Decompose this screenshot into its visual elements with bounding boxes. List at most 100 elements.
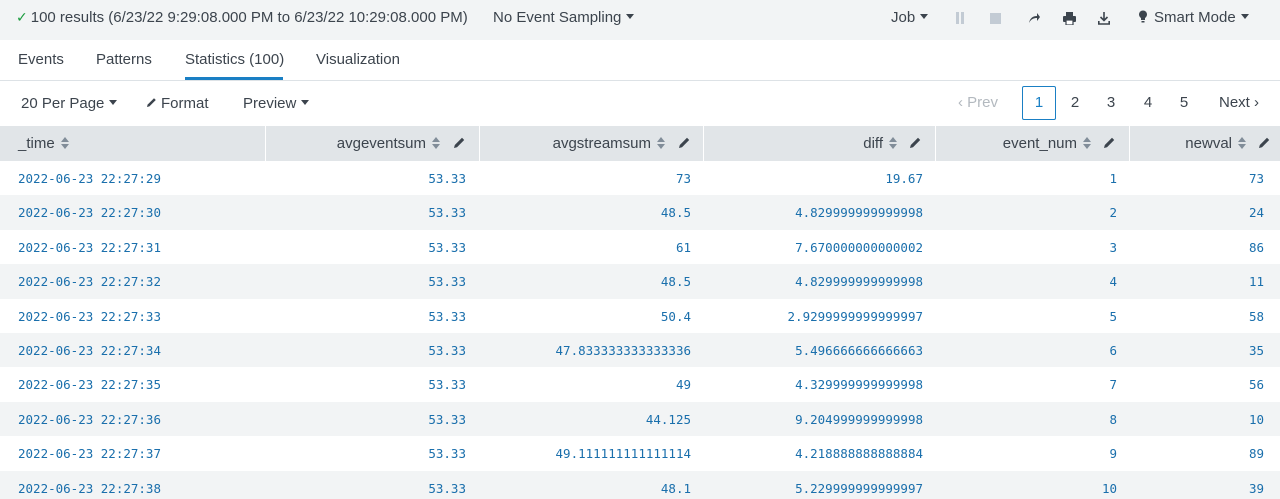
- edit-column-icon[interactable]: [1257, 136, 1271, 150]
- preview-dropdown[interactable]: Preview: [243, 95, 310, 112]
- caret-down-icon: [920, 14, 929, 19]
- cell-diff[interactable]: 4.829999999999998: [795, 264, 923, 298]
- cell-time[interactable]: 2022-06-23 22:27:30: [18, 195, 161, 229]
- pager-prev-button[interactable]: ‹ Prev: [958, 94, 998, 111]
- cell-event-num[interactable]: 8: [1109, 402, 1117, 436]
- column-header-label: avgeventsum: [336, 135, 426, 152]
- cell-time[interactable]: 2022-06-23 22:27:33: [18, 299, 161, 333]
- page-2-button[interactable]: 2: [1058, 86, 1092, 120]
- cell-avgstreamsum[interactable]: 61: [676, 230, 691, 264]
- edit-column-icon[interactable]: [908, 136, 922, 150]
- cell-avgeventsum[interactable]: 53.33: [428, 264, 466, 298]
- cell-avgeventsum[interactable]: 53.33: [428, 299, 466, 333]
- sort-icon: [1083, 137, 1091, 149]
- cell-diff[interactable]: 5.496666666666663: [795, 333, 923, 367]
- tab-statistics[interactable]: Statistics (100): [185, 51, 284, 68]
- column-header-avgeventsum[interactable]: avgeventsum: [337, 126, 440, 161]
- page-4-button[interactable]: 4: [1131, 86, 1165, 120]
- cell-newval[interactable]: 10: [1249, 402, 1264, 436]
- cell-newval[interactable]: 35: [1249, 333, 1264, 367]
- print-button[interactable]: [1059, 10, 1079, 26]
- page-3-button[interactable]: 3: [1094, 86, 1128, 120]
- cell-event-num[interactable]: 3: [1109, 230, 1117, 264]
- cell-avgeventsum[interactable]: 53.33: [428, 367, 466, 401]
- page-5-button[interactable]: 5: [1167, 86, 1201, 120]
- cell-newval[interactable]: 24: [1249, 195, 1264, 229]
- cell-time[interactable]: 2022-06-23 22:27:36: [18, 402, 161, 436]
- page-1-button[interactable]: 1: [1022, 86, 1056, 120]
- cell-newval[interactable]: 89: [1249, 436, 1264, 470]
- cell-avgstreamsum[interactable]: 48.1: [661, 471, 691, 499]
- cell-event-num[interactable]: 1: [1109, 161, 1117, 195]
- export-button[interactable]: [1094, 10, 1114, 26]
- share-button[interactable]: [1024, 10, 1044, 26]
- sort-icon: [657, 137, 665, 149]
- cell-avgeventsum[interactable]: 53.33: [428, 402, 466, 436]
- edit-column-icon[interactable]: [1102, 136, 1116, 150]
- cell-time[interactable]: 2022-06-23 22:27:31: [18, 230, 161, 264]
- cell-event-num[interactable]: 4: [1109, 264, 1117, 298]
- cell-newval[interactable]: 58: [1249, 299, 1264, 333]
- column-header-event-num[interactable]: event_num: [1003, 126, 1091, 161]
- cell-time[interactable]: 2022-06-23 22:27:29: [18, 161, 161, 195]
- job-menu[interactable]: Job: [891, 9, 929, 26]
- column-header-avgstreamsum[interactable]: avgstreamsum: [553, 126, 665, 161]
- format-button[interactable]: Format: [146, 95, 209, 112]
- cell-newval[interactable]: 11: [1249, 264, 1264, 298]
- cell-avgstreamsum[interactable]: 48.5: [661, 195, 691, 229]
- cell-time[interactable]: 2022-06-23 22:27:32: [18, 264, 161, 298]
- edit-column-icon[interactable]: [677, 136, 691, 150]
- job-status-bar: ✓ 100 results (6/23/22 9:29:08.000 PM to …: [0, 0, 1280, 40]
- cell-time[interactable]: 2022-06-23 22:27:34: [18, 333, 161, 367]
- cell-avgstreamsum[interactable]: 73: [676, 161, 691, 195]
- column-header-newval[interactable]: newval: [1185, 126, 1246, 161]
- cell-avgstreamsum[interactable]: 50.4: [661, 299, 691, 333]
- cell-event-num[interactable]: 6: [1109, 333, 1117, 367]
- event-sampling-dropdown[interactable]: No Event Sampling: [493, 9, 635, 26]
- tab-patterns[interactable]: Patterns: [96, 51, 152, 68]
- cell-diff[interactable]: 9.204999999999998: [795, 402, 923, 436]
- cell-avgstreamsum[interactable]: 48.5: [661, 264, 691, 298]
- cell-event-num[interactable]: 5: [1109, 299, 1117, 333]
- cell-avgeventsum[interactable]: 53.33: [428, 333, 466, 367]
- tab-events[interactable]: Events: [18, 51, 64, 68]
- cell-avgstreamsum[interactable]: 49.111111111111114: [556, 436, 691, 470]
- cell-avgstreamsum[interactable]: 49: [676, 367, 691, 401]
- cell-diff[interactable]: 19.67: [885, 161, 923, 195]
- cell-time[interactable]: 2022-06-23 22:27:35: [18, 367, 161, 401]
- stop-button[interactable]: [985, 10, 1005, 26]
- cell-avgstreamsum[interactable]: 44.125: [646, 402, 691, 436]
- pager-next-button[interactable]: Next ›: [1219, 94, 1259, 111]
- cell-time[interactable]: 2022-06-23 22:27:37: [18, 436, 161, 470]
- cell-newval[interactable]: 56: [1249, 367, 1264, 401]
- cell-newval[interactable]: 86: [1249, 230, 1264, 264]
- search-mode-dropdown[interactable]: Smart Mode: [1138, 9, 1249, 26]
- cell-event-num[interactable]: 10: [1102, 471, 1117, 499]
- cell-diff[interactable]: 5.229999999999997: [795, 471, 923, 499]
- table-row: 2022-06-23 22:27:33 53.33 50.4 2.9299999…: [0, 298, 1280, 333]
- cell-avgstreamsum[interactable]: 47.833333333333336: [556, 333, 691, 367]
- cell-time[interactable]: 2022-06-23 22:27:38: [18, 471, 161, 499]
- cell-avgeventsum[interactable]: 53.33: [428, 161, 466, 195]
- cell-diff[interactable]: 2.9299999999999997: [788, 299, 923, 333]
- cell-avgeventsum[interactable]: 53.33: [428, 436, 466, 470]
- cell-newval[interactable]: 73: [1249, 161, 1264, 195]
- cell-event-num[interactable]: 7: [1109, 367, 1117, 401]
- column-header-time[interactable]: _time: [18, 126, 69, 161]
- cell-diff[interactable]: 4.218888888888884: [795, 436, 923, 470]
- pause-button[interactable]: [950, 10, 970, 26]
- tab-visualization[interactable]: Visualization: [316, 51, 400, 68]
- cell-diff[interactable]: 4.829999999999998: [795, 195, 923, 229]
- cell-newval[interactable]: 39: [1249, 471, 1264, 499]
- cell-event-num[interactable]: 9: [1109, 436, 1117, 470]
- per-page-dropdown[interactable]: 20 Per Page: [21, 95, 118, 112]
- table-row: 2022-06-23 22:27:32 53.33 48.5 4.8299999…: [0, 264, 1280, 299]
- column-header-diff[interactable]: diff: [863, 126, 897, 161]
- cell-avgeventsum[interactable]: 53.33: [428, 471, 466, 499]
- cell-diff[interactable]: 7.670000000000002: [795, 230, 923, 264]
- edit-column-icon[interactable]: [452, 136, 466, 150]
- cell-diff[interactable]: 4.329999999999998: [795, 367, 923, 401]
- cell-avgeventsum[interactable]: 53.33: [428, 230, 466, 264]
- cell-event-num[interactable]: 2: [1109, 195, 1117, 229]
- cell-avgeventsum[interactable]: 53.33: [428, 195, 466, 229]
